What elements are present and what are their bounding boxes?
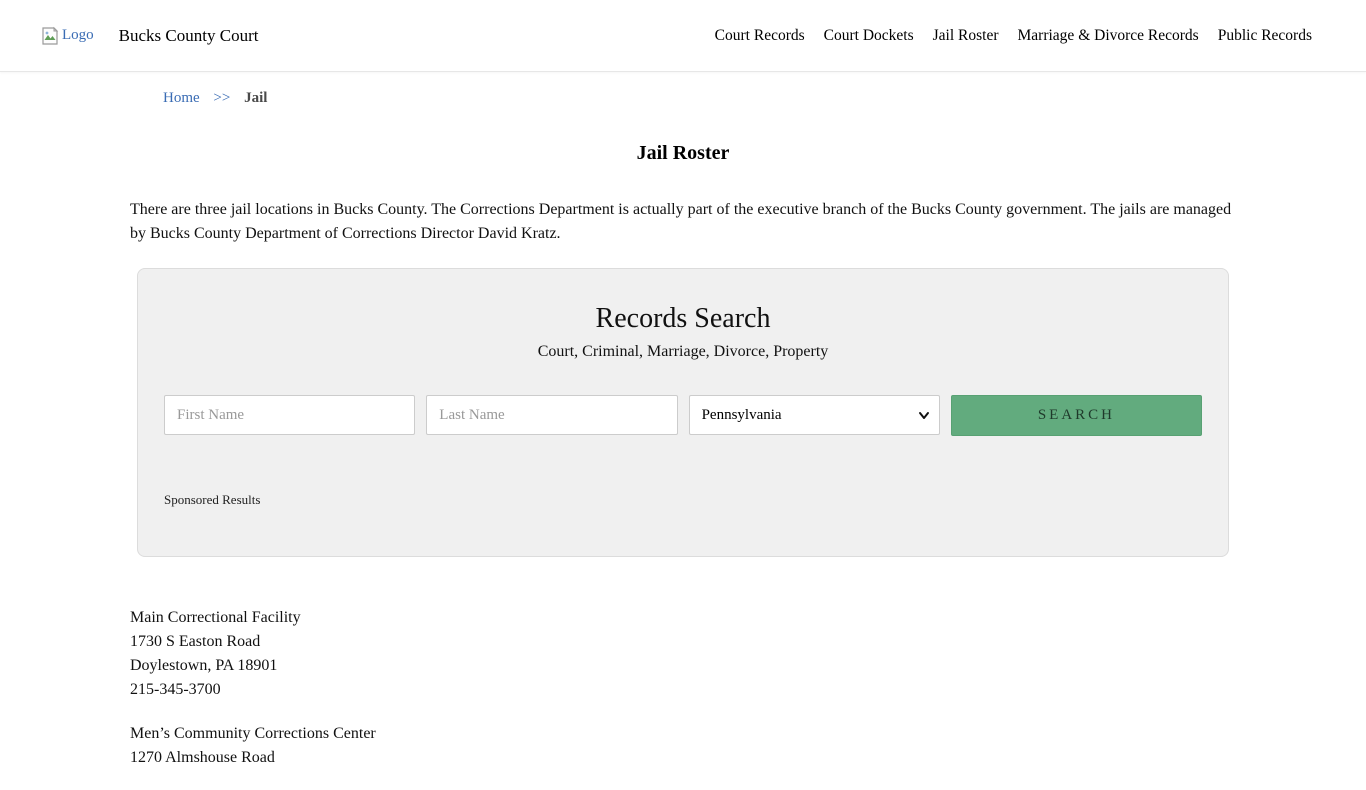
intro-paragraph: There are three jail locations in Bucks … xyxy=(130,201,1232,242)
last-name-input[interactable] xyxy=(426,395,678,435)
breadcrumb-home-link[interactable]: Home xyxy=(163,90,200,106)
nav-jail-roster[interactable]: Jail Roster xyxy=(933,27,999,45)
records-search-subtitle: Court, Criminal, Marriage, Divorce, Prop… xyxy=(537,343,829,360)
nav-public-records[interactable]: Public Records xyxy=(1218,27,1312,45)
nav-court-records[interactable]: Court Records xyxy=(715,27,805,45)
state-select[interactable]: Pennsylvania xyxy=(688,395,940,435)
state-select-wrap: Pennsylvania xyxy=(688,395,940,436)
records-search-panel: Records Search Court, Criminal, Marriage… xyxy=(137,268,1229,557)
records-search-title: Records Search xyxy=(595,303,771,334)
search-button[interactable]: SEARCH xyxy=(950,395,1203,436)
jail-locations: Main Correctional Facility 1730 S Easton… xyxy=(130,606,1236,770)
sponsored-results-label: Sponsored Results xyxy=(164,492,261,507)
location-street: 1730 S Easton Road xyxy=(130,633,261,650)
broken-logo-image: Logo xyxy=(40,26,94,46)
location-main-correctional-facility: Main Correctional Facility 1730 S Easton… xyxy=(130,606,1236,702)
site-title: Bucks County Court xyxy=(118,25,259,45)
location-city-state-zip: Doylestown, PA 18901 xyxy=(130,657,278,674)
nav-court-dockets[interactable]: Court Dockets xyxy=(824,27,914,45)
page-content: Home >> Jail Jail Roster There are three… xyxy=(130,90,1236,770)
page-title: Jail Roster xyxy=(636,142,730,164)
brand: Logo Bucks County Court xyxy=(40,26,258,46)
location-street: 1270 Almshouse Road xyxy=(130,749,275,766)
header: Logo Bucks County Court Court Records Co… xyxy=(0,0,1366,72)
breadcrumb: Home >> Jail xyxy=(163,90,1236,107)
broken-image-icon xyxy=(40,26,62,46)
logo-alt-text[interactable]: Logo xyxy=(62,27,94,44)
search-form-row: Pennsylvania SEARCH xyxy=(164,395,1203,436)
breadcrumb-current: Jail xyxy=(244,90,268,106)
nav-marriage-divorce-records[interactable]: Marriage & Divorce Records xyxy=(1018,27,1199,45)
location-mens-community-corrections-center: Men’s Community Corrections Center 1270 … xyxy=(130,722,1236,770)
main-nav: Court Records Court Dockets Jail Roster … xyxy=(715,27,1312,45)
location-name: Men’s Community Corrections Center xyxy=(130,725,376,742)
breadcrumb-separator: >> xyxy=(213,90,231,106)
location-phone: 215-345-3700 xyxy=(130,681,221,698)
location-name: Main Correctional Facility xyxy=(130,609,301,626)
first-name-input[interactable] xyxy=(164,395,416,435)
